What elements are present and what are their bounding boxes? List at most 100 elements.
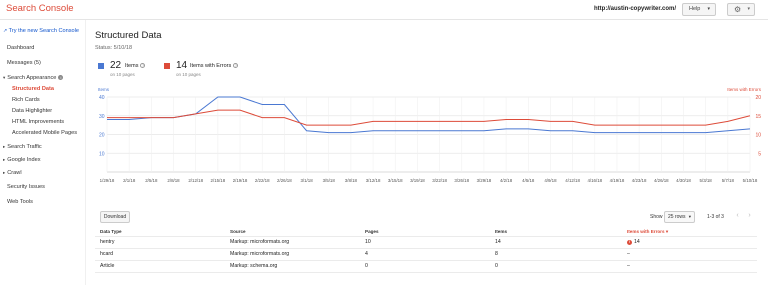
x-tick-label: 2/15/18	[211, 178, 226, 183]
cell-items: 0	[495, 263, 498, 269]
sidebar-item-rich-cards[interactable]: Rich Cards	[12, 97, 40, 103]
errors-label: Items with Errors?	[190, 63, 239, 69]
download-button[interactable]: Download	[100, 211, 130, 223]
errors-count: 14	[176, 60, 188, 71]
sidebar-item-label: Crawl	[7, 170, 22, 176]
line-chart[interactable]: 40 20 30 15 20 10 10 5 1/29/18 2/1/18 2/5/18 2/8/18…	[95, 94, 765, 204]
chart-svg: 40 20 30 15 20 10 10 5 1/29/18 2/1/18 2/5/18 2/8/18…	[99, 95, 761, 183]
help-label: Help	[689, 6, 701, 12]
items-label: Items?	[125, 63, 146, 69]
sidebar-item-data-highlighter[interactable]: Data Highlighter	[12, 108, 52, 114]
x-tick-label: 4/16/18	[587, 178, 602, 183]
x-tick-label: 3/15/18	[388, 178, 403, 183]
cell-errors: ! 14	[627, 239, 640, 245]
x-tick-label: 4/30/18	[676, 178, 691, 183]
series-line-items	[107, 96, 751, 134]
cell-data-type: hentry	[100, 239, 115, 245]
cell-data-type: hcard	[100, 251, 113, 257]
sidebar-item-crawl[interactable]: ▸ Crawl	[3, 170, 22, 176]
x-tick-label: 5/3/18	[700, 178, 713, 183]
col-header-source[interactable]: Source	[230, 229, 246, 234]
x-tick-label: 2/1/18	[123, 178, 136, 183]
cell-errors-value: 14	[634, 239, 640, 245]
external-link-icon: ↗	[3, 28, 8, 34]
sidebar-new-console-link[interactable]: ↗ Try the new Search Console	[3, 28, 79, 34]
x-tick-label: 2/22/18	[255, 178, 270, 183]
x-tick-label: 1/29/18	[100, 178, 115, 183]
cell-errors: –	[627, 263, 630, 269]
right-tick-label: 20	[755, 95, 761, 101]
table-controls: Download Show 25 rows ▾ 1-3 of 3 ‹ ›	[95, 210, 755, 224]
cell-source: Markup: schema.org	[230, 263, 278, 269]
sidebar: ↗ Try the new Search Console Dashboard M…	[0, 20, 86, 285]
top-bar: Search Console http://austin-copywriter.…	[0, 0, 768, 20]
x-tick-label: 4/2/18	[500, 178, 513, 183]
sidebar-item-label: Search Traffic	[7, 144, 42, 150]
prev-page-icon[interactable]: ‹	[733, 212, 742, 221]
items-sub: on 10 pages	[110, 72, 135, 77]
expand-icon: ▾	[3, 75, 6, 80]
sort-desc-icon: ▾	[665, 229, 669, 234]
sidebar-item-google-index[interactable]: ▸ Google Index	[3, 157, 41, 163]
x-tick-label: 3/22/18	[432, 178, 447, 183]
table-row[interactable]: hcard Markup: microformats.org 4 8 –	[95, 249, 757, 261]
items-label-text: Items	[125, 63, 139, 69]
property-url[interactable]: http://austin-copywriter.com/	[594, 6, 676, 12]
x-tick-label: 2/5/18	[145, 178, 158, 183]
settings-button[interactable]: ⚙ ▾	[727, 3, 755, 16]
status-date: Status: 5/10/18	[95, 45, 132, 51]
x-tick-label: 3/19/18	[410, 178, 425, 183]
app-logo[interactable]: Search Console	[6, 3, 74, 14]
x-tick-label: 2/12/18	[188, 178, 203, 183]
x-tick-label: 2/26/18	[277, 178, 292, 183]
main-content: Structured Data Status: 5/10/18 22 Items…	[95, 20, 765, 285]
chevron-down-icon: ▾	[688, 214, 691, 219]
sidebar-item-messages[interactable]: Messages (5)	[7, 60, 41, 66]
sidebar-item-dashboard[interactable]: Dashboard	[7, 45, 34, 51]
cell-errors: –	[627, 251, 630, 257]
cell-source: Markup: microformats.org	[230, 251, 290, 257]
sidebar-item-amp[interactable]: Accelerated Mobile Pages	[12, 130, 77, 136]
table-row[interactable]: Article Markup: schema.org 0 0 –	[95, 261, 757, 273]
help-icon[interactable]: ?	[233, 63, 239, 68]
col-header-data-type[interactable]: Data Type	[100, 229, 122, 234]
col-header-pages[interactable]: Pages	[365, 229, 379, 234]
table-header-row: Data Type Source Pages Items Items with …	[95, 227, 757, 237]
sidebar-item-search-traffic[interactable]: ▸ Search Traffic	[3, 144, 42, 150]
help-icon[interactable]: ?	[140, 63, 146, 68]
left-tick-label: 40	[99, 95, 105, 101]
info-icon[interactable]: i	[58, 75, 64, 80]
col-header-items-with-errors[interactable]: Items with Errors ▾	[627, 229, 668, 235]
x-tick-label: 5/10/18	[743, 178, 758, 183]
cell-items: 8	[495, 251, 498, 257]
right-tick-label: 5	[758, 151, 761, 157]
errors-legend-swatch	[164, 63, 170, 69]
new-console-label: Try the new Search Console	[8, 28, 80, 34]
sidebar-item-web-tools[interactable]: Web Tools	[7, 199, 33, 205]
rows-per-page-select[interactable]: 25 rows ▾	[664, 211, 695, 223]
error-icon: !	[627, 240, 632, 245]
left-tick-label: 10	[99, 151, 105, 157]
sidebar-item-search-appearance[interactable]: ▾ Search Appearance i	[3, 75, 64, 81]
sidebar-item-structured-data[interactable]: Structured Data	[12, 86, 54, 92]
x-tick-label: 3/29/18	[477, 178, 492, 183]
sidebar-item-label: Search Appearance	[7, 75, 57, 81]
next-page-icon[interactable]: ›	[745, 212, 754, 221]
show-label: Show	[650, 214, 663, 220]
sidebar-item-html-improvements[interactable]: HTML Improvements	[12, 119, 64, 125]
right-axis-title: Items with Errors	[727, 87, 761, 92]
data-table: Data Type Source Pages Items Items with …	[95, 227, 757, 273]
sidebar-item-security-issues[interactable]: Security Issues	[7, 184, 45, 190]
table-row[interactable]: hentry Markup: microformats.org 10 14 ! 1…	[95, 237, 757, 249]
x-tick-label: 2/19/18	[233, 178, 248, 183]
chevron-down-icon: ▾	[707, 6, 710, 12]
x-tick-label: 3/1/18	[300, 178, 313, 183]
help-button[interactable]: Help ▾	[682, 3, 716, 16]
x-tick-label: 4/9/18	[544, 178, 557, 183]
expand-icon: ▸	[3, 157, 6, 162]
gear-icon: ⚙	[734, 5, 742, 14]
cell-data-type: Article	[100, 263, 115, 269]
x-tick-label: 3/12/18	[366, 178, 381, 183]
col-header-items[interactable]: Items	[495, 229, 507, 234]
left-tick-label: 30	[99, 114, 105, 120]
